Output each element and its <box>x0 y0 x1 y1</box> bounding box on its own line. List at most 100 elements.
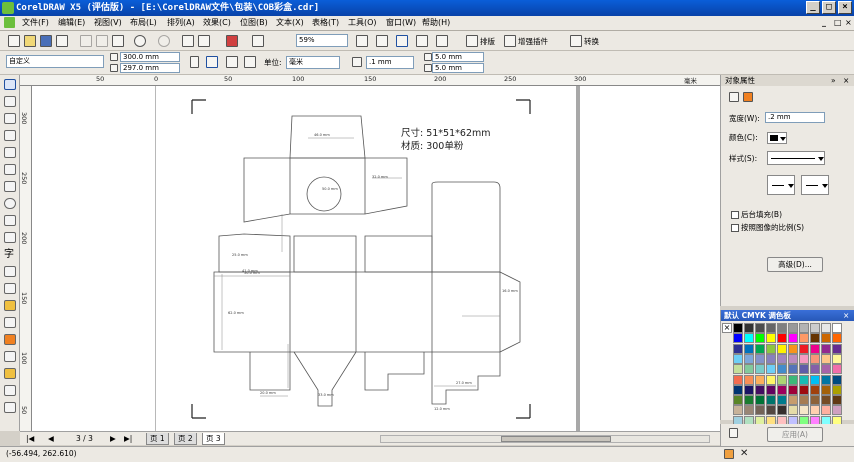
page-height-field[interactable]: 297.0 mm <box>120 63 180 73</box>
vertical-ruler[interactable]: 300 250 200 150 100 50 <box>20 86 32 431</box>
portrait-icon[interactable] <box>190 56 199 68</box>
scroll-thumb[interactable] <box>501 436 611 442</box>
color-swatch[interactable] <box>832 364 842 375</box>
color-swatch[interactable] <box>788 374 798 385</box>
color-swatch[interactable] <box>777 374 787 385</box>
color-swatch[interactable] <box>733 333 743 344</box>
horizontal-ruler[interactable]: 50 0 50 100 150 200 250 300 毫米 <box>20 75 720 86</box>
color-swatch[interactable] <box>799 333 809 344</box>
color-swatch[interactable] <box>810 384 820 395</box>
color-swatch[interactable] <box>766 323 776 333</box>
color-swatch[interactable] <box>832 405 842 416</box>
color-swatch[interactable] <box>733 384 743 395</box>
color-swatch[interactable] <box>832 395 842 406</box>
open-icon[interactable] <box>24 35 36 47</box>
color-swatch[interactable] <box>744 323 754 333</box>
advanced-button[interactable]: 高级(D)... <box>767 257 823 272</box>
options-icon[interactable] <box>416 35 428 47</box>
new-icon[interactable] <box>8 35 20 47</box>
pick-tool-icon[interactable] <box>4 79 16 90</box>
text-tool-icon[interactable]: 字 <box>4 249 16 260</box>
export-icon[interactable] <box>198 35 210 47</box>
color-swatch[interactable] <box>733 343 743 354</box>
page-tab-2[interactable]: 页 2 <box>174 433 197 445</box>
duplicate-x-field[interactable]: 5.0 mm <box>432 52 484 62</box>
color-swatch[interactable] <box>755 384 765 395</box>
color-swatch[interactable] <box>821 405 831 416</box>
blend-tool-icon[interactable] <box>4 317 16 328</box>
color-swatch[interactable] <box>777 343 787 354</box>
landscape-icon[interactable] <box>206 56 218 68</box>
drawing-canvas[interactable]: 46.0 mm 50.0 mm 32.0 mm 50.0 mm 62.0 mm … <box>32 86 720 431</box>
color-swatch[interactable] <box>766 353 776 364</box>
freehand-tool-icon[interactable] <box>4 147 16 158</box>
color-swatch[interactable] <box>733 405 743 416</box>
no-outline-icon[interactable]: ✕ <box>740 448 748 459</box>
color-swatch[interactable] <box>755 333 765 344</box>
plugin-icon[interactable] <box>504 35 516 47</box>
smart-fill-icon[interactable] <box>4 164 16 175</box>
color-swatch[interactable] <box>799 353 809 364</box>
color-swatch[interactable] <box>821 343 831 354</box>
shape-tool-icon[interactable] <box>4 96 16 107</box>
color-swatch[interactable] <box>777 323 787 333</box>
color-swatch[interactable] <box>766 395 776 406</box>
color-swatch[interactable] <box>821 384 831 395</box>
color-swatch[interactable] <box>799 374 809 385</box>
color-swatch[interactable] <box>799 405 809 416</box>
color-swatch[interactable] <box>810 395 820 406</box>
color-swatch[interactable] <box>810 353 820 364</box>
units-select[interactable]: 毫米 <box>286 56 340 69</box>
color-swatch[interactable] <box>832 374 842 385</box>
plugin-button[interactable]: 增强插件 <box>518 36 548 47</box>
print-icon[interactable] <box>56 35 68 47</box>
menu-tools[interactable]: 工具(O) <box>348 17 377 29</box>
menu-table[interactable]: 表格(T) <box>312 17 339 29</box>
color-swatch[interactable] <box>755 343 765 354</box>
color-swatch[interactable] <box>733 374 743 385</box>
color-swatch[interactable] <box>777 384 787 395</box>
color-swatch[interactable] <box>766 343 776 354</box>
convert-icon[interactable] <box>570 35 582 47</box>
color-swatch[interactable] <box>744 405 754 416</box>
dynamic-guides-icon[interactable] <box>396 35 408 47</box>
box-dieline[interactable]: 46.0 mm 50.0 mm 32.0 mm 50.0 mm 62.0 mm … <box>32 86 720 431</box>
color-swatch[interactable] <box>799 384 809 395</box>
start-arrow-select[interactable] <box>767 175 795 195</box>
color-swatch[interactable] <box>777 395 787 406</box>
maximize-button[interactable]: □ <box>822 1 836 14</box>
duplicate-y-field[interactable]: 5.0 mm <box>432 63 484 73</box>
page-tab-1[interactable]: 页 1 <box>146 433 169 445</box>
menu-effects[interactable]: 效果(C) <box>203 17 231 29</box>
transparency-tool-icon[interactable] <box>4 334 16 345</box>
end-arrow-select[interactable] <box>801 175 829 195</box>
crop-tool-icon[interactable] <box>4 113 16 124</box>
color-swatch[interactable] <box>755 353 765 364</box>
full-screen-icon[interactable] <box>356 35 368 47</box>
color-swatch[interactable] <box>755 395 765 406</box>
lock-icon[interactable] <box>729 428 738 438</box>
color-swatch[interactable] <box>755 405 765 416</box>
color-swatch[interactable] <box>788 343 798 354</box>
dimension-tool-icon[interactable] <box>4 283 16 294</box>
color-swatch[interactable] <box>733 395 743 406</box>
palette-close-button[interactable]: × <box>843 310 849 321</box>
color-swatch[interactable] <box>832 353 842 364</box>
prev-page-button[interactable]: ◀ <box>48 433 54 444</box>
color-swatch[interactable] <box>810 323 820 333</box>
color-swatch[interactable] <box>810 405 820 416</box>
layout-icon[interactable] <box>466 35 478 47</box>
table-tool-icon[interactable] <box>4 266 16 277</box>
color-swatch[interactable] <box>810 364 820 375</box>
outline-tab-icon[interactable] <box>729 92 739 102</box>
color-swatch[interactable] <box>777 364 787 375</box>
color-swatch[interactable] <box>733 323 743 333</box>
color-swatch[interactable] <box>766 364 776 375</box>
color-swatch[interactable] <box>821 374 831 385</box>
color-swatch[interactable] <box>788 364 798 375</box>
copy-icon[interactable] <box>96 35 108 47</box>
color-swatch[interactable] <box>788 333 798 344</box>
next-page-button[interactable]: ▶ <box>110 433 116 444</box>
color-swatch[interactable] <box>766 374 776 385</box>
color-swatch[interactable] <box>788 323 798 333</box>
